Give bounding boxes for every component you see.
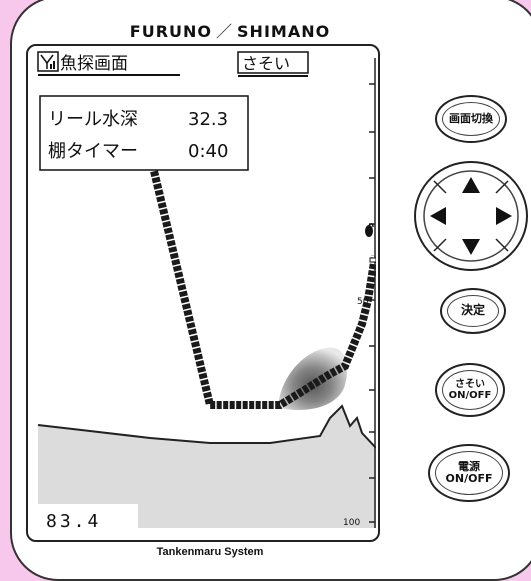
dpad[interactable] [414, 161, 528, 271]
brand-furuno: FURUNO [129, 22, 213, 41]
dpad-graphic [423, 170, 519, 262]
tana-timer-value: 0:40 [188, 141, 228, 162]
enter-label: 決定 [460, 303, 485, 318]
scale-label-50: 50 [357, 297, 369, 307]
power-onoff-label: ON/OFF [445, 472, 493, 485]
sasoi-label: さそい [455, 379, 485, 390]
sasoi-toggle-button-face[interactable]: さそい ON/OFF [442, 370, 498, 410]
reel-depth-label: リール水深 [48, 109, 138, 130]
fish-finder-screen: 50 100 魚探画面 さそい リール水深 32.3 棚タイマー 0:40 83… [30, 48, 376, 538]
brand-logo: FURUNO ／ SHIMANO [120, 18, 340, 42]
echogram: 50 100 魚探画面 さそい リール水深 32.3 棚タイマー 0:40 83… [37, 51, 376, 534]
brand-shimano: SHIMANO [237, 22, 331, 41]
mode-label: さそい [242, 54, 290, 73]
screen-switch-label: 画面切換 [449, 111, 493, 125]
footer-label: Tankenmaru System [156, 546, 264, 558]
reel-depth-value: 32.3 [188, 109, 228, 130]
right-arrow-icon[interactable] [496, 207, 512, 225]
depth-readout: 83.4 [46, 511, 101, 532]
up-arrow-icon[interactable] [462, 177, 480, 193]
screen-title: 魚探画面 [60, 54, 128, 74]
tana-timer-label: 棚タイマー [48, 141, 138, 162]
signal-icon [37, 51, 59, 72]
scale-label-100: 100 [343, 518, 360, 528]
sasoi-toggle-button[interactable]: さそい ON/OFF [435, 363, 505, 417]
down-arrow-icon[interactable] [462, 239, 480, 255]
enter-button-face[interactable]: 決定 [447, 295, 499, 327]
brand-separator: ／ [216, 22, 234, 41]
left-arrow-icon[interactable] [430, 207, 446, 225]
screen-switch-button-face[interactable]: 画面切換 [442, 102, 500, 136]
power-button-face[interactable]: 電源 ON/OFF [435, 451, 503, 495]
enter-button[interactable]: 決定 [440, 288, 506, 334]
screen-switch-button[interactable]: 画面切換 [435, 95, 507, 143]
sasoi-onoff-label: ON/OFF [448, 390, 492, 401]
power-button[interactable]: 電源 ON/OFF [428, 444, 510, 502]
